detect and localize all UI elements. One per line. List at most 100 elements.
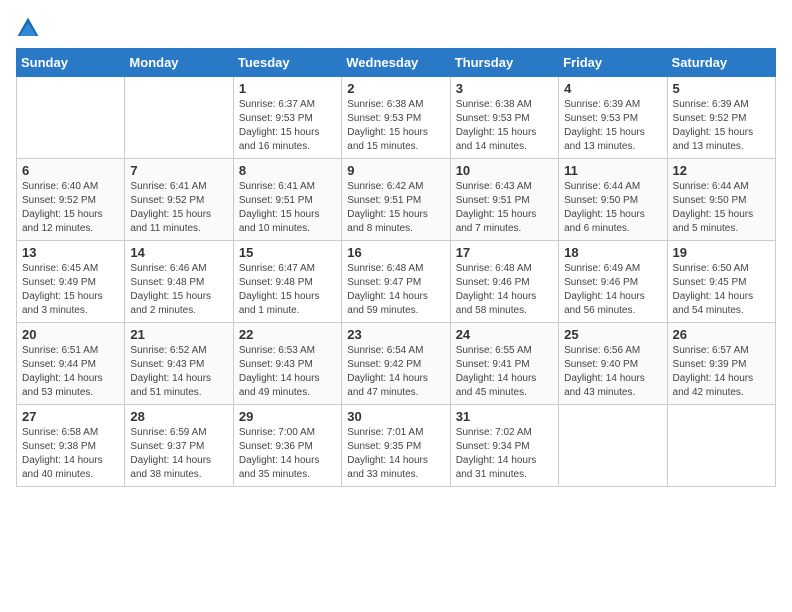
day-header-wednesday: Wednesday	[342, 49, 450, 77]
calendar-cell: 26 Sunrise: 6:57 AM Sunset: 9:39 PM Dayli…	[667, 323, 775, 405]
calendar-cell: 13 Sunrise: 6:45 AM Sunset: 9:49 PM Dayli…	[17, 241, 125, 323]
cell-info: Sunrise: 6:51 AM Sunset: 9:44 PM Dayligh…	[22, 344, 119, 400]
calendar-cell: 24Sunrise: 6:55 AM Sunset: 9:41 PM Dayli…	[450, 323, 558, 405]
calendar-cell: 14Sunrise: 6:46 AM Sunset: 9:48 PM Dayli…	[125, 241, 233, 323]
day-number: 22	[239, 327, 336, 342]
day-header-monday: Monday	[125, 49, 233, 77]
day-number: 4	[564, 81, 661, 96]
calendar-cell: 12 Sunrise: 6:44 AM Sunset: 9:50 PM Dayli…	[667, 159, 775, 241]
cell-info: Sunrise: 6:43 AM Sunset: 9:51 PM Dayligh…	[456, 180, 553, 236]
calendar-cell: 29Sunrise: 7:00 AM Sunset: 9:36 PM Dayli…	[233, 405, 341, 487]
calendar-cell	[559, 405, 667, 487]
cell-info: Sunrise: 6:45 AM Sunset: 9:49 PM Dayligh…	[22, 262, 119, 318]
day-number: 11	[564, 163, 661, 178]
calendar-cell: 21 Sunrise: 6:52 AM Sunset: 9:43 PM Dayli…	[125, 323, 233, 405]
cell-info: Sunrise: 6:47 AM Sunset: 9:48 PM Dayligh…	[239, 262, 336, 318]
day-number: 9	[347, 163, 444, 178]
calendar-cell: 10 Sunrise: 6:43 AM Sunset: 9:51 PM Dayli…	[450, 159, 558, 241]
cell-info: Sunrise: 6:48 AM Sunset: 9:47 PM Dayligh…	[347, 262, 444, 318]
calendar-cell: 2 Sunrise: 6:38 AM Sunset: 9:53 PM Daylig…	[342, 77, 450, 159]
day-number: 31	[456, 409, 553, 424]
cell-info: Sunrise: 6:39 AM Sunset: 9:52 PM Dayligh…	[673, 98, 770, 154]
calendar-cell: 31Sunrise: 7:02 AM Sunset: 9:34 PM Dayli…	[450, 405, 558, 487]
calendar-cell: 5 Sunrise: 6:39 AM Sunset: 9:52 PM Daylig…	[667, 77, 775, 159]
cell-info: Sunrise: 6:48 AM Sunset: 9:46 PM Dayligh…	[456, 262, 553, 318]
calendar-week-row: 6 Sunrise: 6:40 AM Sunset: 9:52 PM Daylig…	[17, 159, 776, 241]
day-number: 1	[239, 81, 336, 96]
day-header-tuesday: Tuesday	[233, 49, 341, 77]
calendar-cell: 11Sunrise: 6:44 AM Sunset: 9:50 PM Dayli…	[559, 159, 667, 241]
calendar-cell: 30Sunrise: 7:01 AM Sunset: 9:35 PM Dayli…	[342, 405, 450, 487]
calendar-week-row: 20 Sunrise: 6:51 AM Sunset: 9:44 PM Dayli…	[17, 323, 776, 405]
cell-info: Sunrise: 6:38 AM Sunset: 9:53 PM Dayligh…	[347, 98, 444, 154]
day-number: 28	[130, 409, 227, 424]
day-number: 23	[347, 327, 444, 342]
calendar-cell: 20 Sunrise: 6:51 AM Sunset: 9:44 PM Dayli…	[17, 323, 125, 405]
day-number: 26	[673, 327, 770, 342]
calendar-cell: 1 Sunrise: 6:37 AM Sunset: 9:53 PM Daylig…	[233, 77, 341, 159]
day-number: 10	[456, 163, 553, 178]
calendar-cell: 8Sunrise: 6:41 AM Sunset: 9:51 PM Daylig…	[233, 159, 341, 241]
cell-info: Sunrise: 6:53 AM Sunset: 9:43 PM Dayligh…	[239, 344, 336, 400]
day-number: 8	[239, 163, 336, 178]
calendar-cell: 18 Sunrise: 6:49 AM Sunset: 9:46 PM Dayli…	[559, 241, 667, 323]
day-number: 16	[347, 245, 444, 260]
day-number: 5	[673, 81, 770, 96]
cell-info: Sunrise: 6:41 AM Sunset: 9:52 PM Dayligh…	[130, 180, 227, 236]
day-number: 13	[22, 245, 119, 260]
day-header-friday: Friday	[559, 49, 667, 77]
calendar-header-row: SundayMondayTuesdayWednesdayThursdayFrid…	[17, 49, 776, 77]
day-number: 14	[130, 245, 227, 260]
day-number: 29	[239, 409, 336, 424]
day-number: 27	[22, 409, 119, 424]
calendar-cell: 23 Sunrise: 6:54 AM Sunset: 9:42 PM Dayli…	[342, 323, 450, 405]
calendar-cell: 7Sunrise: 6:41 AM Sunset: 9:52 PM Daylig…	[125, 159, 233, 241]
calendar-cell	[17, 77, 125, 159]
cell-info: Sunrise: 6:54 AM Sunset: 9:42 PM Dayligh…	[347, 344, 444, 400]
cell-info: Sunrise: 6:56 AM Sunset: 9:40 PM Dayligh…	[564, 344, 661, 400]
day-number: 21	[130, 327, 227, 342]
day-number: 19	[673, 245, 770, 260]
day-number: 30	[347, 409, 444, 424]
cell-info: Sunrise: 6:59 AM Sunset: 9:37 PM Dayligh…	[130, 426, 227, 482]
day-number: 15	[239, 245, 336, 260]
calendar-cell: 22 Sunrise: 6:53 AM Sunset: 9:43 PM Dayli…	[233, 323, 341, 405]
calendar-cell: 17 Sunrise: 6:48 AM Sunset: 9:46 PM Dayli…	[450, 241, 558, 323]
calendar-cell	[125, 77, 233, 159]
cell-info: Sunrise: 6:58 AM Sunset: 9:38 PM Dayligh…	[22, 426, 119, 482]
calendar-cell: 6 Sunrise: 6:40 AM Sunset: 9:52 PM Daylig…	[17, 159, 125, 241]
cell-info: Sunrise: 6:50 AM Sunset: 9:45 PM Dayligh…	[673, 262, 770, 318]
day-number: 25	[564, 327, 661, 342]
logo	[16, 16, 44, 40]
calendar-cell: 27 Sunrise: 6:58 AM Sunset: 9:38 PM Dayli…	[17, 405, 125, 487]
cell-info: Sunrise: 6:38 AM Sunset: 9:53 PM Dayligh…	[456, 98, 553, 154]
page-header	[16, 16, 776, 40]
day-number: 6	[22, 163, 119, 178]
day-header-sunday: Sunday	[17, 49, 125, 77]
calendar-cell: 4 Sunrise: 6:39 AM Sunset: 9:53 PM Daylig…	[559, 77, 667, 159]
calendar-cell: 19 Sunrise: 6:50 AM Sunset: 9:45 PM Dayli…	[667, 241, 775, 323]
calendar-week-row: 27 Sunrise: 6:58 AM Sunset: 9:38 PM Dayli…	[17, 405, 776, 487]
calendar-cell	[667, 405, 775, 487]
day-number: 18	[564, 245, 661, 260]
day-number: 20	[22, 327, 119, 342]
calendar-cell: 9Sunrise: 6:42 AM Sunset: 9:51 PM Daylig…	[342, 159, 450, 241]
calendar-table: SundayMondayTuesdayWednesdayThursdayFrid…	[16, 48, 776, 487]
cell-info: Sunrise: 6:37 AM Sunset: 9:53 PM Dayligh…	[239, 98, 336, 154]
calendar-cell: 3 Sunrise: 6:38 AM Sunset: 9:53 PM Daylig…	[450, 77, 558, 159]
cell-info: Sunrise: 6:39 AM Sunset: 9:53 PM Dayligh…	[564, 98, 661, 154]
day-number: 12	[673, 163, 770, 178]
cell-info: Sunrise: 6:40 AM Sunset: 9:52 PM Dayligh…	[22, 180, 119, 236]
calendar-week-row: 13 Sunrise: 6:45 AM Sunset: 9:49 PM Dayli…	[17, 241, 776, 323]
calendar-cell: 15 Sunrise: 6:47 AM Sunset: 9:48 PM Dayli…	[233, 241, 341, 323]
calendar-week-row: 1 Sunrise: 6:37 AM Sunset: 9:53 PM Daylig…	[17, 77, 776, 159]
cell-info: Sunrise: 6:55 AM Sunset: 9:41 PM Dayligh…	[456, 344, 553, 400]
cell-info: Sunrise: 6:57 AM Sunset: 9:39 PM Dayligh…	[673, 344, 770, 400]
cell-info: Sunrise: 6:44 AM Sunset: 9:50 PM Dayligh…	[673, 180, 770, 236]
day-number: 17	[456, 245, 553, 260]
day-number: 3	[456, 81, 553, 96]
cell-info: Sunrise: 6:49 AM Sunset: 9:46 PM Dayligh…	[564, 262, 661, 318]
cell-info: Sunrise: 6:52 AM Sunset: 9:43 PM Dayligh…	[130, 344, 227, 400]
logo-icon	[16, 16, 40, 40]
day-number: 2	[347, 81, 444, 96]
